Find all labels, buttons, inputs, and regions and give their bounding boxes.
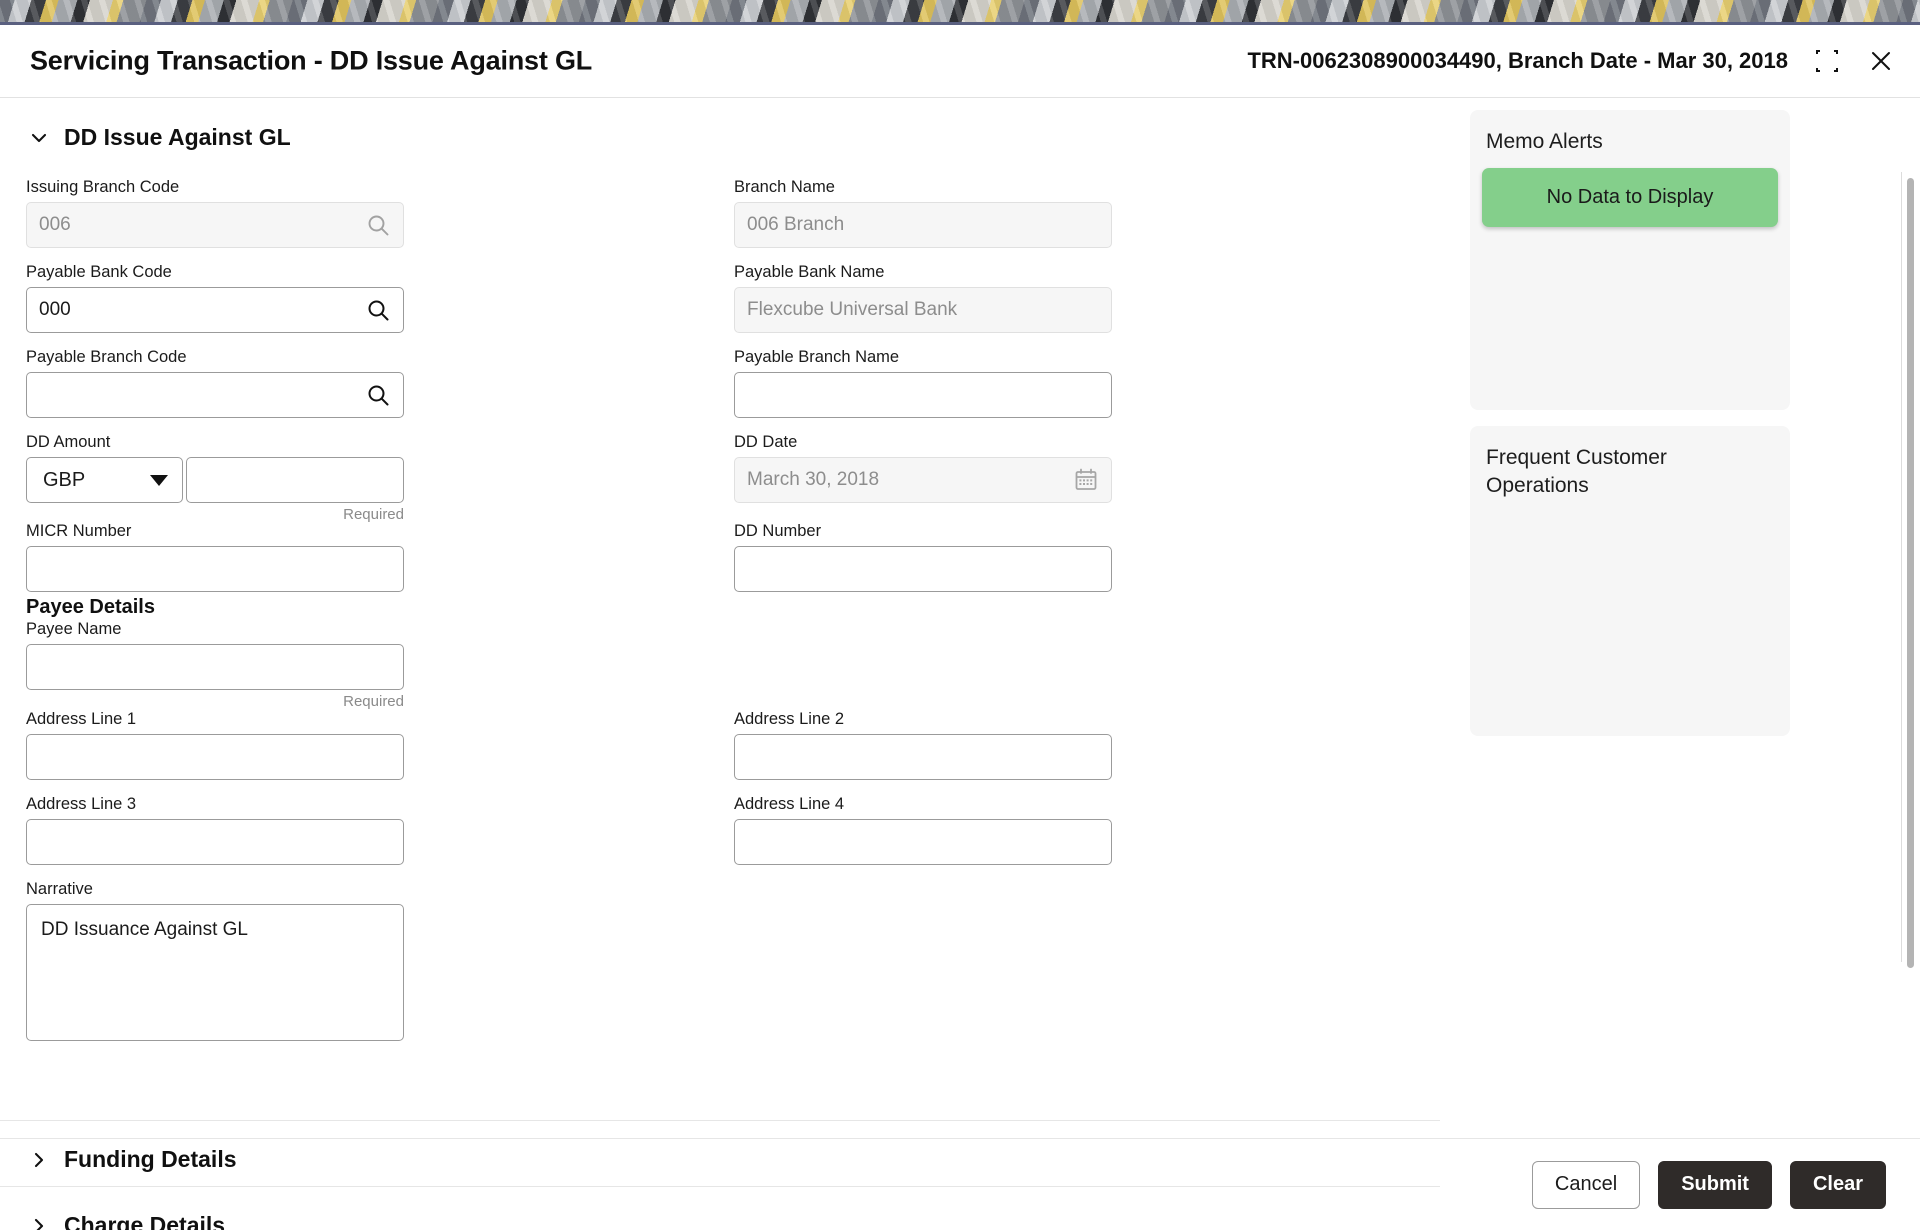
address-line-2-input[interactable]	[734, 734, 1112, 780]
modal-footer: Cancel Submit Clear	[0, 1138, 1920, 1230]
section-divider	[0, 1120, 1440, 1121]
field-label: Branch Name	[734, 178, 835, 196]
field-value: 000	[39, 299, 71, 320]
field-label: Narrative	[26, 880, 93, 898]
transaction-info: TRN-0062308900034490, Branch Date - Mar …	[1247, 48, 1788, 73]
field-payable-bank-name: Payable Bank Name Flexcube Universal Ban…	[734, 263, 1112, 333]
servicing-transaction-modal: Servicing Transaction - DD Issue Against…	[0, 22, 1920, 1230]
field-value: March 30, 2018	[747, 469, 880, 490]
field-label: Payable Bank Code	[26, 263, 172, 281]
chevron-down-icon	[150, 474, 168, 486]
branch-name-input[interactable]: 006 Branch	[734, 202, 1112, 248]
cancel-button[interactable]: Cancel	[1531, 1160, 1641, 1209]
field-label: Payee Name	[26, 620, 122, 638]
field-value: Flexcube Universal Bank	[747, 299, 958, 320]
field-address-line-3: Address Line 3	[26, 795, 404, 865]
field-address-line-2: Address Line 2	[734, 710, 1112, 780]
dd-amount-row: GBP	[26, 457, 404, 503]
clear-button[interactable]: Clear	[1789, 1160, 1886, 1209]
scrollbar-thumb[interactable]	[1907, 178, 1914, 968]
right-rail: Memo Alerts No Data to Display Frequent …	[1470, 110, 1790, 752]
search-icon[interactable]	[365, 382, 391, 408]
address-line-3-input[interactable]	[26, 819, 404, 865]
frequent-customer-operations-card: Frequent Customer Operations	[1470, 426, 1790, 736]
form-area: DD Issue Against GL Issuing Branch Code …	[0, 98, 1460, 1230]
chevron-down-icon	[30, 129, 48, 147]
section-title: DD Issue Against GL	[64, 124, 291, 150]
field-label: Address Line 3	[26, 795, 137, 813]
field-payee-name: Payee Name Required	[26, 620, 404, 710]
field-value: 006	[39, 214, 71, 235]
field-address-line-1: Address Line 1	[26, 710, 404, 780]
header-right-group: TRN-0062308900034490, Branch Date - Mar …	[1247, 46, 1896, 76]
field-issuing-branch-code: Issuing Branch Code 006	[26, 178, 404, 248]
dd-number-input[interactable]	[734, 546, 1112, 592]
search-icon[interactable]	[365, 297, 391, 323]
collapse-corners-icon[interactable]	[1812, 46, 1842, 76]
modal-header: Servicing Transaction - DD Issue Against…	[0, 25, 1920, 98]
dd-amount-helper-text: Required	[343, 506, 404, 523]
field-payable-branch-name: Payable Branch Name	[734, 348, 1112, 418]
memo-alerts-title: Memo Alerts	[1486, 130, 1603, 153]
vertical-scrollbar[interactable]	[1907, 178, 1914, 1230]
micr-number-input[interactable]	[26, 546, 404, 592]
field-label: Address Line 4	[734, 795, 845, 813]
field-branch-name: Branch Name 006 Branch	[734, 178, 1112, 248]
memo-alerts-card: Memo Alerts No Data to Display	[1470, 110, 1790, 410]
rail-separator	[1901, 172, 1902, 962]
payable-bank-name-input[interactable]: Flexcube Universal Bank	[734, 287, 1112, 333]
field-label: Payable Bank Name	[734, 263, 885, 281]
field-label: Payable Branch Name	[734, 348, 900, 366]
page-title: Servicing Transaction - DD Issue Against…	[30, 45, 593, 76]
currency-value: GBP	[43, 468, 86, 491]
payee-name-input[interactable]	[26, 644, 404, 690]
payee-name-helper-text: Required	[343, 693, 404, 710]
field-label: Payable Branch Code	[26, 348, 187, 366]
field-micr-number: MICR Number	[26, 522, 404, 592]
field-label: Address Line 2	[734, 710, 845, 728]
field-label: DD Date	[734, 433, 798, 451]
field-value: 006 Branch	[747, 214, 845, 235]
currency-select[interactable]: GBP	[26, 457, 183, 503]
close-icon[interactable]	[1866, 46, 1896, 76]
narrative-textarea[interactable]: DD Issuance Against GL	[26, 904, 404, 1041]
field-narrative: Narrative DD Issuance Against GL	[26, 880, 404, 1041]
address-line-1-input[interactable]	[26, 734, 404, 780]
field-label: DD Amount	[26, 433, 111, 451]
submit-button[interactable]: Submit	[1658, 1160, 1772, 1209]
calendar-icon[interactable]	[1073, 467, 1099, 493]
field-payable-branch-code: Payable Branch Code	[26, 348, 404, 418]
field-label: MICR Number	[26, 522, 132, 540]
section-header-dd-issue-against-gl[interactable]: DD Issue Against GL	[30, 124, 291, 151]
field-dd-number: DD Number	[734, 522, 1112, 592]
field-dd-date: DD Date March 30, 2018	[734, 433, 1112, 503]
field-label: DD Number	[734, 522, 822, 540]
address-line-4-input[interactable]	[734, 819, 1112, 865]
group-header-payee-details: Payee Details	[26, 596, 155, 619]
dd-date-input[interactable]: March 30, 2018	[734, 457, 1112, 503]
payable-bank-code-input[interactable]: 000	[26, 287, 404, 333]
group-title: Payee Details	[26, 596, 155, 618]
field-dd-amount: DD Amount GBP Required	[26, 433, 404, 523]
field-label: Issuing Branch Code	[26, 178, 180, 196]
field-address-line-4: Address Line 4	[734, 795, 1112, 865]
dd-amount-input[interactable]	[186, 457, 404, 503]
modal-body: DD Issue Against GL Issuing Branch Code …	[0, 98, 1920, 1230]
payable-branch-name-input[interactable]	[734, 372, 1112, 418]
field-label: Address Line 1	[26, 710, 137, 728]
search-icon[interactable]	[365, 212, 391, 238]
frequent-customer-operations-title: Frequent Customer Operations	[1486, 446, 1667, 497]
payable-branch-code-input[interactable]	[26, 372, 404, 418]
field-payable-bank-code: Payable Bank Code 000	[26, 263, 404, 333]
memo-alerts-empty-badge[interactable]: No Data to Display	[1482, 168, 1778, 227]
issuing-branch-code-input[interactable]: 006	[26, 202, 404, 248]
